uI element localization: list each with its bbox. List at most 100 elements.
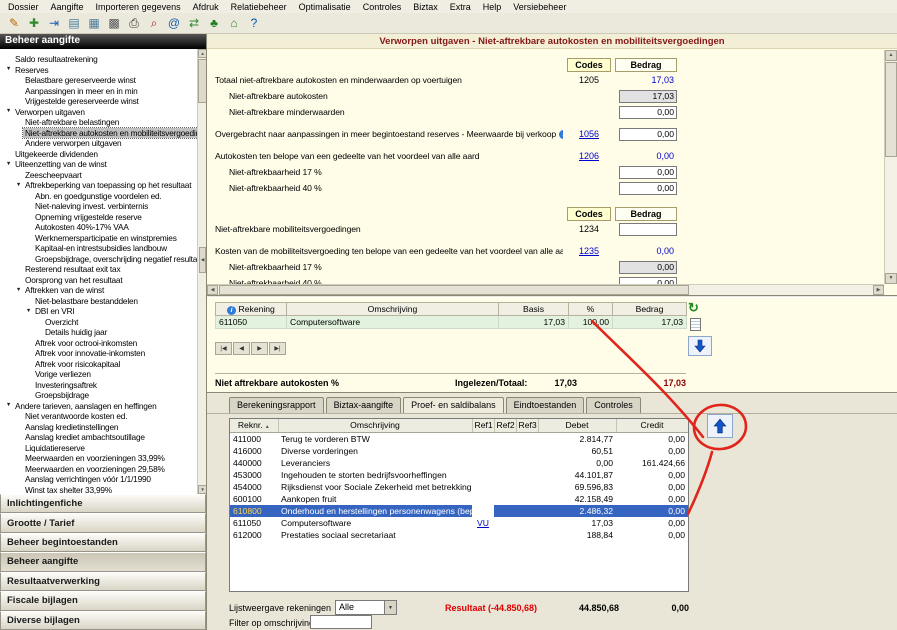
col-ref2[interactable]: Ref2 <box>494 419 516 432</box>
tree-item-andere-tarieven-aanslagen-en-heffingen[interactable]: ▼Andere tarieven, aanslagen en heffingen <box>0 401 206 412</box>
amount-field-niet-aftrekbaarheid-17[interactable] <box>619 166 677 179</box>
accordion-inlichtingenfiche[interactable]: Inlichtingenfiche <box>0 494 206 513</box>
menu-extra[interactable]: Extra <box>444 1 477 13</box>
menu-relatiebeheer[interactable]: Relatiebeheer <box>225 1 293 13</box>
table-grid-icon[interactable]: ▦ <box>85 15 103 32</box>
tree-expand-icon[interactable]: ▼ <box>4 162 13 168</box>
tree-item-aftrek-voor-octrooi-inkomsten[interactable]: Aftrek voor octrooi-inkomsten <box>0 338 206 349</box>
form-vscroll-thumb[interactable] <box>885 62 897 157</box>
tree-expand-icon[interactable]: ▼ <box>4 403 13 409</box>
code-link-1235[interactable]: 1235 <box>579 246 599 256</box>
biztax-trees-icon[interactable]: ♣ <box>205 15 223 32</box>
print-icon[interactable]: ⎙ <box>125 15 143 32</box>
tree-expand-icon[interactable]: ▼ <box>14 288 23 294</box>
tree-item-resterend-resultaat-exit-tax[interactable]: Resterend resultaat exit tax <box>0 264 206 275</box>
amount-field-niet-aftrekbare-autokosten[interactable] <box>619 90 677 103</box>
form-horizontal-scrollbar[interactable]: ◀ ▶ <box>207 284 884 295</box>
tree-expand-icon[interactable]: ▼ <box>24 309 33 315</box>
code-link-1056[interactable]: 1056 <box>579 129 599 139</box>
prev-page-button[interactable]: ◀ <box>233 342 250 355</box>
tree-item-meerwaarden-en-voorzieningen-33-99[interactable]: Meerwaarden en voorzieningen 33,99% <box>0 453 206 464</box>
tree-item-niet-belastbare-bestanddelen[interactable]: Niet-belastbare bestanddelen <box>0 296 206 307</box>
structure-icon[interactable]: ⌂ <box>225 15 243 32</box>
tree-item-aanpassingen-in-meer-en-in-min[interactable]: Aanpassingen in meer en in min <box>0 86 206 97</box>
menu-importeren-gegevens[interactable]: Importeren gegevens <box>90 1 187 13</box>
col-debet[interactable]: Debet <box>538 419 616 432</box>
grid-row-411000[interactable]: 411000Terug te vorderen BTW2.814,770,00 <box>230 432 688 445</box>
import-gegevens-icon[interactable]: ⇥ <box>45 15 63 32</box>
tree-item-aanslag-kredietinstellingen[interactable]: Aanslag kredietinstellingen <box>0 422 206 433</box>
accordion-diverse-bijlagen[interactable]: Diverse bijlagen <box>0 611 206 630</box>
scroll-left-icon[interactable]: ◀ <box>207 285 218 295</box>
tree-item-niet-aftrekbare-belastingen[interactable]: Niet-aftrekbare belastingen <box>0 117 206 128</box>
new-aangifte-icon[interactable]: ✚ <box>25 15 43 32</box>
sync-icon[interactable]: ⇄ <box>185 15 203 32</box>
move-up-button[interactable] <box>707 414 733 438</box>
col-credit[interactable]: Credit <box>616 419 688 432</box>
tree-item-niet-naleving-invest-verbinternis[interactable]: Niet-naleving invest. verbinternis <box>0 201 206 212</box>
grid-row-453000[interactable]: 453000Ingehouden te storten bedrijfsvoor… <box>230 469 688 481</box>
scroll-up-icon[interactable]: ▲ <box>198 49 206 58</box>
tree-item-aftrekken-van-de-winst[interactable]: ▼Aftrekken van de winst <box>0 285 206 296</box>
tree-item-groepsbijdrage[interactable]: Groepsbijdrage <box>0 390 206 401</box>
tree-item-winst-tax-shelter-33-99[interactable]: Winst tax shelter 33,99% <box>0 485 206 495</box>
tree-item-aftrekbeperking-van-toepassing-op-het-resultaat[interactable]: ▼Aftrekbeperking van toepassing op het r… <box>0 180 206 191</box>
tree-expand-icon[interactable]: ▼ <box>4 67 13 73</box>
menu-aangifte[interactable]: Aangifte <box>45 1 90 13</box>
menu-afdruk[interactable]: Afdruk <box>187 1 225 13</box>
accordion-fiscale-bijlagen[interactable]: Fiscale bijlagen <box>0 591 206 610</box>
amount-field-niet-aftrekbaarheid-40[interactable] <box>619 182 677 195</box>
grid-row-416000[interactable]: 416000Diverse vorderingen60,510,00 <box>230 445 688 457</box>
move-down-button[interactable] <box>688 336 712 356</box>
grid-row-440000[interactable]: 440000Leveranciers0,00161.424,66 <box>230 457 688 469</box>
info-icon[interactable]: i <box>559 130 563 139</box>
amount-field-1234[interactable] <box>619 223 677 236</box>
menu-biztax[interactable]: Biztax <box>407 1 444 13</box>
tree-item-overzicht[interactable]: Overzicht <box>0 317 206 328</box>
form-hscroll-thumb[interactable] <box>219 285 689 295</box>
splitter-collapse-button[interactable]: ◀ <box>199 247 206 273</box>
menu-help[interactable]: Help <box>477 1 508 13</box>
menu-controles[interactable]: Controles <box>357 1 408 13</box>
tree-item-reserves[interactable]: ▼Reserves <box>0 65 206 76</box>
ref-link-vu[interactable]: VU <box>477 518 489 528</box>
tree-item-details-huidig-jaar[interactable]: Details huidig jaar <box>0 327 206 338</box>
search-icon[interactable]: ⌕ <box>145 15 163 32</box>
tree-item-aanslag-krediet-ambachtsoutillage[interactable]: Aanslag krediet ambachtsoutillage <box>0 432 206 443</box>
grid-row-600100[interactable]: 600100Aankopen fruit42.158,490,00 <box>230 493 688 505</box>
tree-item-vorige-verliezen[interactable]: Vorige verliezen <box>0 369 206 380</box>
last-page-button[interactable]: ▶| <box>269 342 286 355</box>
tree-item-aftrek-voor-risicokapitaal[interactable]: Aftrek voor risicokapitaal <box>0 359 206 370</box>
tree-item-abn-en-goedgunstige-voordelen-ed[interactable]: Abn. en goedgunstige voordelen ed. <box>0 191 206 202</box>
help-icon[interactable]: ? <box>245 15 263 32</box>
tree-item-zeescheepvaart[interactable]: Zeescheepvaart <box>0 170 206 181</box>
tree-item-saldo-resultaatrekening[interactable]: Saldo resultaatrekening <box>0 54 206 65</box>
col-ref1[interactable]: Ref1 <box>472 419 494 432</box>
tree-expand-icon[interactable]: ▼ <box>4 109 13 115</box>
amount-field-niet-aftrekbare-minderwaarden[interactable] <box>619 106 677 119</box>
scroll-right-icon[interactable]: ▶ <box>873 285 884 295</box>
copy-sheet-icon[interactable] <box>690 318 701 331</box>
chevron-down-icon[interactable]: ▼ <box>384 601 396 614</box>
tab-proef-en-saldibalans[interactable]: Proef- en saldibalans <box>403 397 504 413</box>
tree-item-dbi-en-vri[interactable]: ▼DBI en VRI <box>0 306 206 317</box>
grid-row-612000[interactable]: 612000Prestaties sociaal secretariaat188… <box>230 529 688 541</box>
tree-item-meerwaarden-en-voorzieningen-29-58[interactable]: Meerwaarden en voorzieningen 29,58% <box>0 464 206 475</box>
tree-item-investeringsaftrek[interactable]: Investeringsaftrek <box>0 380 206 391</box>
grid-row-610800[interactable]: 610800Onderhoud en herstellingen persone… <box>230 505 688 517</box>
tree-item-liquidatiereserve[interactable]: Liquidatiereserve <box>0 443 206 454</box>
tree-scrollbar-thumb[interactable] <box>198 59 206 103</box>
accordion-beheer-begintoestanden[interactable]: Beheer begintoestanden <box>0 533 206 552</box>
tree-item-verworpen-uitgaven[interactable]: ▼Verworpen uitgaven <box>0 107 206 118</box>
accordion-grootte-tarief[interactable]: Grootte / Tarief <box>0 513 206 532</box>
tree-item-oorsprong-van-het-resultaat[interactable]: Oorsprong van het resultaat <box>0 275 206 286</box>
refresh-icon[interactable]: ↻ <box>688 301 722 315</box>
tree-item-opneming-vrijgestelde-reserve[interactable]: Opneming vrijgestelde reserve <box>0 212 206 223</box>
tree-item-niet-verantwoorde-kosten-ed[interactable]: Niet verantwoorde kosten ed. <box>0 411 206 422</box>
tab-biztax-aangifte[interactable]: Biztax-aangifte <box>326 397 402 413</box>
tree-expand-icon[interactable]: ▼ <box>14 183 23 189</box>
next-page-button[interactable]: ▶ <box>251 342 268 355</box>
col-reknr[interactable]: Reknr.▲ <box>230 419 278 432</box>
grid-row-454000[interactable]: 454000Rijksdienst voor Sociale Zekerheid… <box>230 481 688 493</box>
scroll-up-icon[interactable]: ▲ <box>885 50 897 61</box>
